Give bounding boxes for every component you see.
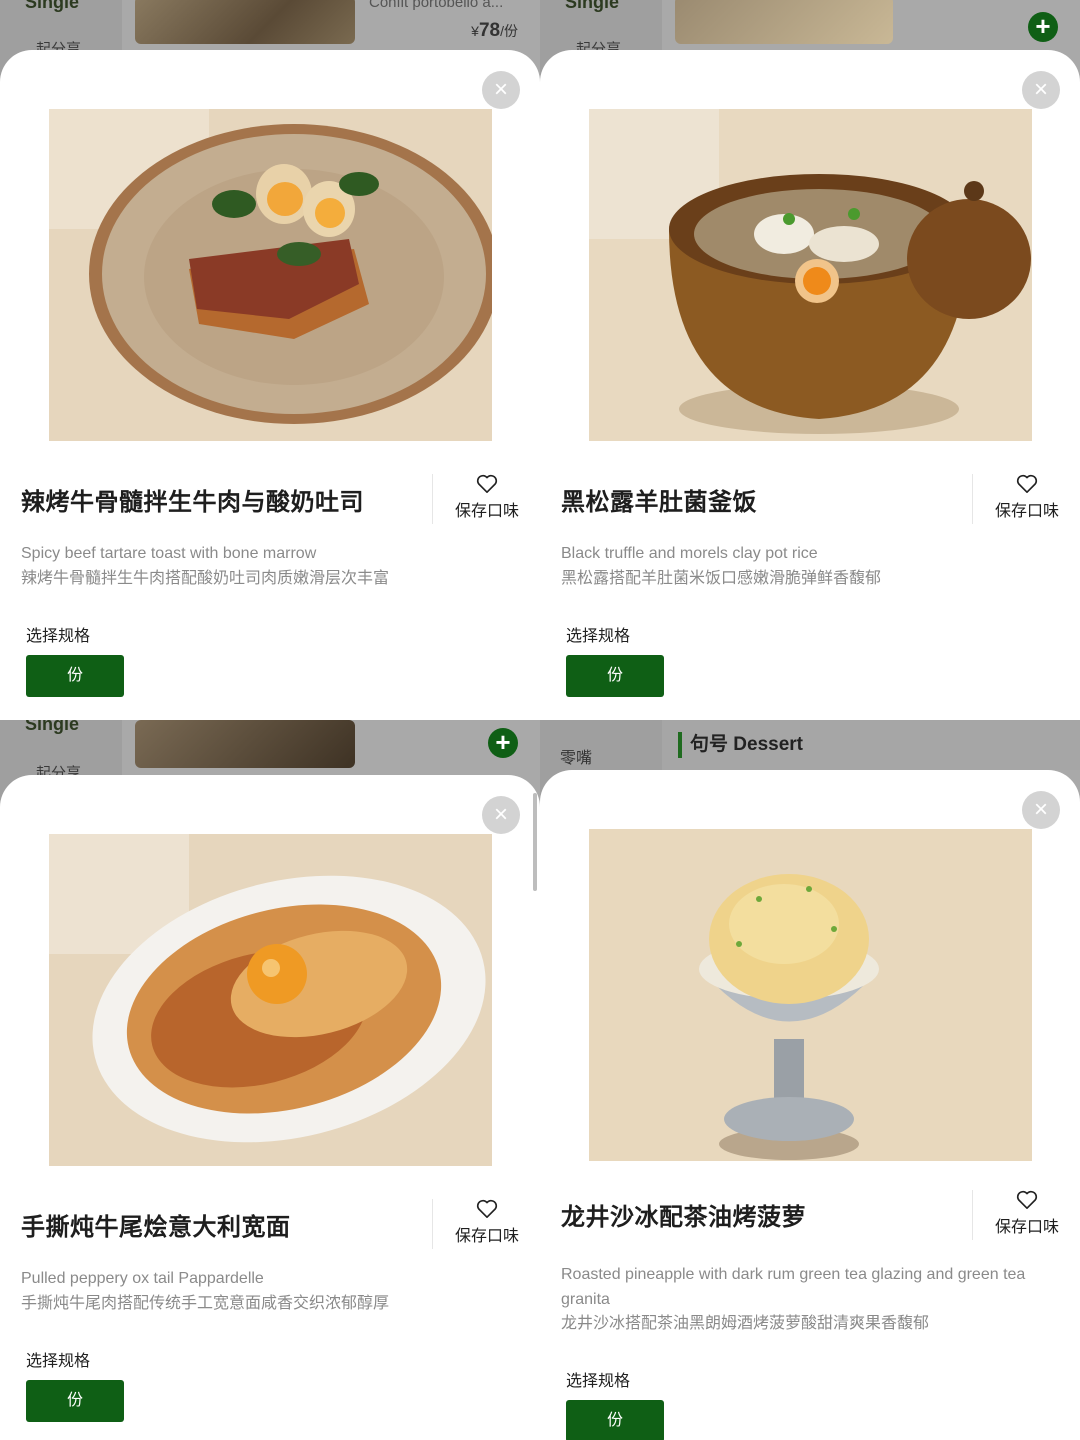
heart-icon bbox=[476, 474, 498, 493]
claypot-photo-illustration bbox=[589, 109, 1032, 441]
dish-detail-modal: × 龙井沙冰配茶油烤菠萝 保存口味 Roasted pineapple with… bbox=[540, 770, 1080, 1440]
dish-detail-modal: × 辣烤牛骨髓拌生牛肉与酸奶吐司 保存口味 Spicy beef tartare… bbox=[0, 50, 540, 720]
dish-description-en: Black truffle and morels clay pot rice bbox=[561, 545, 818, 562]
dish-description-en: Roasted pineapple with dark rum green te… bbox=[561, 1266, 1026, 1308]
spec-option-portion[interactable]: 份 bbox=[566, 655, 664, 697]
menu-screen-1: Single 起分享 Confit portobello a... ¥78/份 … bbox=[0, 0, 540, 720]
item-price: ¥78/份 bbox=[471, 20, 518, 41]
spec-title: 选择规格 bbox=[26, 1353, 91, 1370]
pasta-photo-illustration bbox=[49, 834, 492, 1166]
dish-photo bbox=[589, 109, 1032, 441]
spec-option-portion[interactable]: 份 bbox=[566, 1400, 664, 1440]
spec-title: 选择规格 bbox=[566, 1373, 631, 1390]
close-icon[interactable]: × bbox=[482, 71, 520, 109]
dish-photo bbox=[589, 829, 1032, 1161]
category-single[interactable]: Single bbox=[25, 0, 79, 13]
category-single[interactable]: Single bbox=[565, 0, 619, 13]
save-flavor-label: 保存口味 bbox=[994, 1219, 1059, 1236]
item-thumbnail[interactable] bbox=[135, 0, 355, 44]
divider bbox=[972, 1190, 973, 1240]
category-snack[interactable]: 零嘴 bbox=[560, 744, 592, 768]
divider bbox=[432, 474, 433, 524]
dish-photo bbox=[49, 109, 492, 441]
save-flavor-label: 保存口味 bbox=[454, 1228, 519, 1245]
dish-title: 辣烤牛骨髓拌生牛肉与酸奶吐司 bbox=[21, 489, 364, 516]
heart-icon bbox=[1016, 474, 1038, 493]
dish-description-cn: 黑松露搭配羊肚菌米饭口感嫩滑脆弹鲜香馥郁 bbox=[561, 570, 882, 587]
save-flavor-button[interactable]: 保存口味 bbox=[986, 474, 1068, 521]
heart-icon bbox=[476, 1199, 498, 1218]
item-thumbnail[interactable] bbox=[135, 720, 355, 768]
spec-option-portion[interactable]: 份 bbox=[26, 655, 124, 697]
save-flavor-button[interactable]: 保存口味 bbox=[446, 1199, 528, 1246]
dish-title: 手撕炖牛尾烩意大利宽面 bbox=[21, 1214, 291, 1241]
close-icon[interactable]: × bbox=[1022, 791, 1060, 829]
scrollbar[interactable] bbox=[533, 793, 537, 891]
spec-title: 选择规格 bbox=[26, 628, 91, 645]
menu-screen-4: 零嘴 句号 Dessert × 龙井沙冰配茶油烤菠萝 保存口味 Roasted … bbox=[540, 720, 1080, 1440]
dessert-section-header: 句号 Dessert bbox=[678, 732, 803, 758]
save-flavor-label: 保存口味 bbox=[994, 503, 1059, 520]
menu-screen-3: Single 起分享 + × 手撕炖牛尾烩意大利宽面 保存口味 Pulled p… bbox=[0, 720, 540, 1440]
toast-photo-illustration bbox=[49, 109, 492, 441]
divider bbox=[432, 1199, 433, 1249]
dish-photo bbox=[49, 834, 492, 1166]
spec-title: 选择规格 bbox=[566, 628, 631, 645]
heart-icon bbox=[1016, 1190, 1038, 1209]
granita-photo-illustration bbox=[589, 829, 1032, 1161]
add-to-cart-icon[interactable]: + bbox=[1028, 12, 1058, 42]
add-to-cart-icon[interactable]: + bbox=[488, 728, 518, 758]
save-flavor-button[interactable]: 保存口味 bbox=[446, 474, 528, 521]
save-flavor-label: 保存口味 bbox=[454, 503, 519, 520]
dish-detail-modal: × 手撕炖牛尾烩意大利宽面 保存口味 Pulled peppery ox tai… bbox=[0, 775, 540, 1440]
item-name: Confit portobello a... bbox=[369, 0, 504, 11]
close-icon[interactable]: × bbox=[1022, 71, 1060, 109]
dish-title: 龙井沙冰配茶油烤菠萝 bbox=[561, 1204, 806, 1231]
divider bbox=[972, 474, 973, 524]
save-flavor-button[interactable]: 保存口味 bbox=[986, 1190, 1068, 1237]
category-single[interactable]: Single bbox=[25, 720, 79, 735]
dish-detail-modal: × 黑松露羊肚菌釜饭 保存口味 Black truffle and morels… bbox=[540, 50, 1080, 720]
dish-description-cn: 手撕炖牛尾肉搭配传统手工宽意面咸香交织浓郁醇厚 bbox=[21, 1295, 390, 1312]
dish-description-cn: 辣烤牛骨髓拌生牛肉搭配酸奶吐司肉质嫩滑层次丰富 bbox=[21, 570, 390, 587]
dish-description-en: Spicy beef tartare toast with bone marro… bbox=[21, 545, 317, 562]
menu-screen-2: Single 起分享 + × 黑松露羊肚菌釜饭 bbox=[540, 0, 1080, 720]
close-icon[interactable]: × bbox=[482, 796, 520, 834]
dish-title: 黑松露羊肚菌釜饭 bbox=[561, 489, 757, 516]
item-thumbnail[interactable] bbox=[675, 0, 893, 44]
dish-description-en: Pulled peppery ox tail Pappardelle bbox=[21, 1270, 264, 1287]
spec-option-portion[interactable]: 份 bbox=[26, 1380, 124, 1422]
dish-description-cn: 龙井沙冰搭配茶油黑朗姆酒烤菠萝酸甜清爽果香馥郁 bbox=[561, 1315, 930, 1332]
